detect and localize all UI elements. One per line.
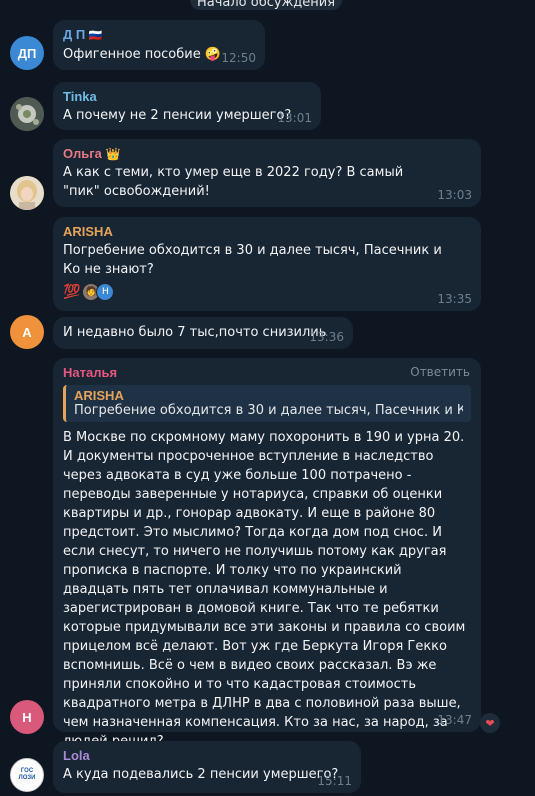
flower-photo-icon[interactable] [10, 97, 44, 131]
heart-reaction-icon[interactable]: ❤ [480, 713, 500, 733]
message-time: 13:03 [437, 188, 472, 202]
message-time: 13:35 [437, 292, 472, 306]
message-text: А куда подевались 2 пенсии умершего? [63, 767, 339, 782]
message-bubble[interactable]: Д П 🇷🇺 Офигенное пособие 🤪 12:50 [53, 20, 265, 70]
crazy-face-emoji-icon: 🤪 [204, 47, 222, 62]
crown-emoji-icon: 👑 [105, 147, 121, 161]
message-bubble[interactable]: Наталья Ответить ARISHA Погребение обход… [53, 358, 481, 774]
reactions-row[interactable]: 💯 🧑 Н [63, 283, 471, 301]
sender-name: Ольга [63, 146, 102, 161]
blonde-woman-photo-icon[interactable] [10, 176, 44, 210]
message-text: Офигенное пособие [63, 47, 201, 62]
message-time: 13:01 [277, 111, 312, 125]
message-text: И недавно было 7 тыс,почто снизилиь [63, 325, 327, 340]
message-text: В Москве по скромному маму похоронить в … [63, 430, 466, 749]
hundred-points-emoji-icon[interactable]: 💯 [63, 284, 80, 300]
quote-sender: ARISHA [74, 388, 124, 403]
avatar[interactable]: A [10, 315, 44, 349]
message-time: 13:47 [437, 713, 472, 727]
date-pill: Начало обсуждения [190, 0, 342, 10]
reply-button[interactable]: Ответить [410, 365, 470, 379]
sender-name: Tinka [63, 89, 97, 104]
reactor-avatar: Н [96, 283, 115, 301]
reply-quote[interactable]: ARISHA Погребение обходится в 30 и далее… [63, 385, 471, 422]
message-text: Погребение обходится в 30 и далее тысяч,… [63, 243, 442, 277]
sender-name: Lola [63, 748, 90, 763]
sender-name: ARISHA [63, 224, 113, 239]
message-bubble[interactable]: Ольга 👑 А как с теми, кто умер еще в 202… [53, 139, 481, 207]
gosuslugi-logo-icon: ГОС ЛОЗИ [18, 768, 36, 781]
quote-text: Погребение обходится в 30 и далее тысяч,… [74, 403, 463, 418]
avatar[interactable]: ГОС ЛОЗИ [10, 758, 44, 792]
message-bubble[interactable]: ARISHA Погребение обходится в 30 и далее… [53, 217, 481, 311]
avatar[interactable]: Н [10, 700, 44, 734]
message-bubble[interactable]: Lola А куда подевались 2 пенсии умершего… [53, 741, 361, 793]
message-time: 12:50 [221, 51, 256, 65]
message-time: 13:36 [309, 330, 344, 344]
message-text: А как с теми, кто умер еще в 2022 году? … [63, 165, 404, 199]
message-text: А почему не 2 пенсии умершего? [63, 108, 292, 123]
avatar[interactable]: ДП [10, 36, 44, 70]
message-bubble[interactable]: Tinka А почему не 2 пенсии умершего? 13:… [53, 82, 321, 130]
message-time: 15:11 [317, 774, 352, 788]
sender-name: Д П [63, 27, 86, 42]
flag-icon: 🇷🇺 [88, 30, 103, 42]
message-bubble[interactable]: И недавно было 7 тыс,почто снизилиь 13:3… [53, 317, 353, 349]
